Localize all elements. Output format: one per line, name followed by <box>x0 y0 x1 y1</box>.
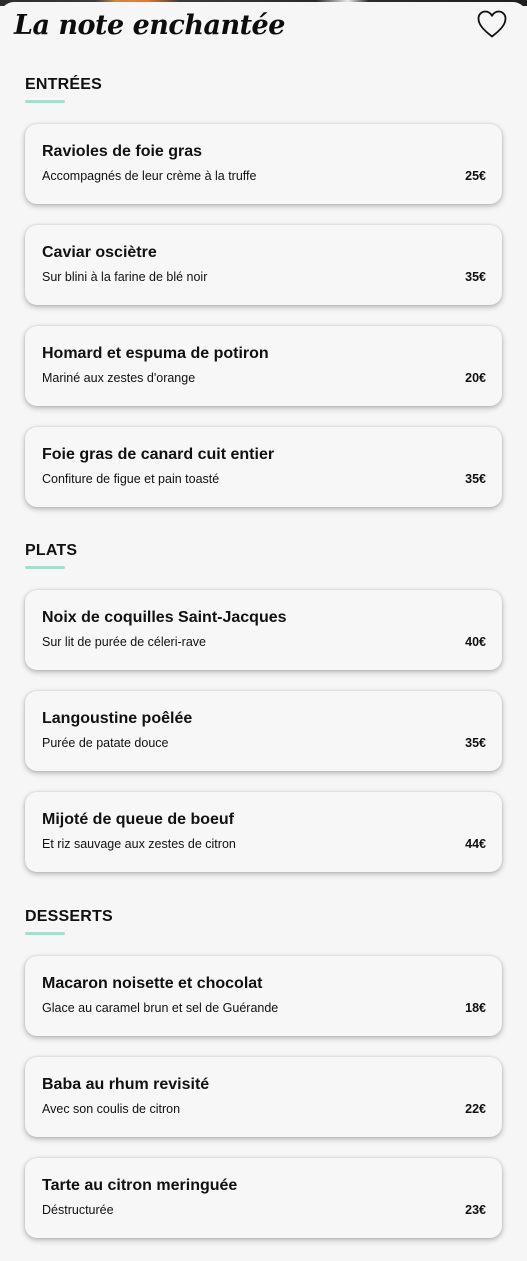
menu-item-price: 44€ <box>465 837 486 851</box>
menu-item-description: Purée de patate douce <box>42 736 169 750</box>
menu-item-description: Sur blini à la farine de blé noir <box>42 270 208 284</box>
favorite-button[interactable] <box>474 6 510 42</box>
menu-item-card[interactable]: Mijoté de queue de boeuf Et riz sauvage … <box>25 792 502 872</box>
menu-item-price: 22€ <box>465 1102 486 1116</box>
menu-item-description: Et riz sauvage aux zestes de citron <box>42 837 236 851</box>
menu-item-description: Sur lit de purée de céleri-rave <box>42 635 206 649</box>
heart-outline-icon <box>477 10 507 38</box>
menu-item-price: 25€ <box>465 169 486 183</box>
page-title: La note enchantée <box>14 10 285 41</box>
section-underline <box>25 100 65 103</box>
menu-item-description: Confiture de figue et pain toasté <box>42 472 220 486</box>
menu-item-name: Baba au rhum revisité <box>42 1076 210 1093</box>
menu-item-card[interactable]: Baba au rhum revisité Avec son coulis de… <box>25 1057 502 1137</box>
menu-item-description: Avec son coulis de citron <box>42 1102 181 1116</box>
menu-item-card[interactable]: Foie gras de canard cuit entier Confitur… <box>25 427 502 507</box>
menu-item-price: 23€ <box>465 1203 486 1217</box>
menu-item-price: 35€ <box>465 736 486 750</box>
menu-item-description: Mariné aux zestes d'orange <box>42 371 196 385</box>
section-underline <box>25 566 65 569</box>
menu-item-name: Langoustine poêlée <box>42 710 193 727</box>
menu-item-description: Accompagnés de leur crème à la truffe <box>42 169 257 183</box>
menu-item-card[interactable]: Ravioles de foie gras Accompagnés de leu… <box>25 124 502 204</box>
menu-item-card[interactable]: Langoustine poêlée Purée de patate douce… <box>25 691 502 771</box>
section-underline <box>25 932 65 935</box>
menu-item-description: Déstructurée <box>42 1203 114 1217</box>
menu-item-name: Mijoté de queue de boeuf <box>42 811 235 828</box>
menu-item-name: Tarte au citron meringuée <box>42 1177 238 1194</box>
menu-sheet: La note enchantée ENTRÉES Ravioles de fo… <box>0 2 527 1261</box>
menu-item-card[interactable]: Homard et espuma de potiron Mariné aux z… <box>25 326 502 406</box>
menu-item-price: 18€ <box>465 1001 486 1015</box>
menu-item-price: 40€ <box>465 635 486 649</box>
menu-item-name: Ravioles de foie gras <box>42 143 203 160</box>
menu-item-name: Noix de coquilles Saint-Jacques <box>42 609 287 626</box>
menu-item-card[interactable]: Macaron noisette et chocolat Glace au ca… <box>25 956 502 1036</box>
menu-item-price: 20€ <box>465 371 486 385</box>
menu-item-card[interactable]: Tarte au citron meringuée Déstructurée 2… <box>25 1158 502 1238</box>
menu-item-card[interactable]: Noix de coquilles Saint-Jacques Sur lit … <box>25 590 502 670</box>
menu-item-name: Macaron noisette et chocolat <box>42 975 263 992</box>
menu-item-name: Caviar osciètre <box>42 244 157 261</box>
section-title: ENTRÉES <box>25 76 102 93</box>
menu-item-description: Glace au caramel brun et sel de Guérande <box>42 1001 279 1015</box>
menu-item-card[interactable]: Caviar osciètre Sur blini à la farine de… <box>25 225 502 305</box>
section-title: DESSERTS <box>25 908 113 925</box>
menu-item-price: 35€ <box>465 472 486 486</box>
menu-item-name: Homard et espuma de potiron <box>42 345 269 362</box>
menu-item-price: 35€ <box>465 270 486 284</box>
menu-item-name: Foie gras de canard cuit entier <box>42 446 275 463</box>
section-title: PLATS <box>25 542 78 559</box>
